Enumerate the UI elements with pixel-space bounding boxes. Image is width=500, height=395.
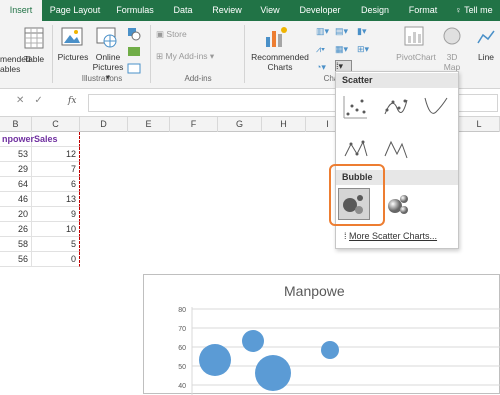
- pictures-label[interactable]: Pictures: [56, 52, 90, 62]
- y-tick-label: 50: [178, 364, 186, 371]
- table-button-label[interactable]: Table: [22, 54, 46, 64]
- more-scatter-charts-link[interactable]: ⁞ More Scatter Charts...: [344, 231, 437, 241]
- cell-c[interactable]: 13: [32, 192, 80, 207]
- cell-b[interactable]: 56: [0, 252, 32, 267]
- scatter-icon[interactable]: [342, 94, 368, 120]
- waterfall-chart-icon[interactable]: ▮▾: [357, 26, 366, 37]
- scatter-section-header: Scatter: [336, 73, 458, 88]
- column-header-b[interactable]: B: [0, 117, 32, 132]
- ribbon-tab-bar: Insert Page Layout Formulas Data Review …: [0, 0, 500, 21]
- my-addins-button[interactable]: ⊞ My Add-ins ▾: [156, 51, 214, 61]
- cell-c[interactable]: 6: [32, 177, 80, 192]
- addins-icon: ⊞: [156, 51, 164, 61]
- bubble-point[interactable]: [255, 355, 291, 391]
- separator: [244, 25, 245, 83]
- online-pictures-icon[interactable]: [95, 26, 119, 48]
- store-button[interactable]: ▣ Store: [156, 29, 187, 39]
- lightbulb-icon: ♀: [455, 5, 462, 15]
- column-header-c[interactable]: C: [32, 117, 80, 132]
- cancel-icon[interactable]: ✕: [16, 95, 34, 106]
- cell-b[interactable]: 20: [0, 207, 32, 222]
- formula-buttons: ✕✓: [16, 95, 53, 106]
- column-header-h[interactable]: H: [262, 117, 306, 132]
- hierarchy-chart-icon[interactable]: ▤▾: [335, 26, 348, 37]
- tab-page-layout[interactable]: Page Layout: [46, 0, 104, 21]
- cell-c[interactable]: 7: [32, 162, 80, 177]
- bubble-point[interactable]: [199, 344, 231, 376]
- bubble-series: [199, 330, 339, 391]
- scatter-smooth-markers-icon[interactable]: [382, 94, 408, 120]
- y-tick-label: 60: [178, 345, 186, 352]
- combo-chart-icon[interactable]: ⊞▾: [357, 44, 369, 55]
- shapes-icon[interactable]: [127, 27, 141, 41]
- pie-chart-icon[interactable]: ◔▾: [316, 62, 326, 73]
- enter-icon[interactable]: ✓: [34, 95, 52, 106]
- 3d-map-icon[interactable]: [442, 25, 462, 47]
- cell-c[interactable]: 9: [32, 207, 80, 222]
- cell-c[interactable]: 5: [32, 237, 80, 252]
- y-tick-label: 70: [178, 326, 186, 333]
- column-header-g[interactable]: G: [218, 117, 262, 132]
- tell-me-search[interactable]: ♀ Tell me: [455, 0, 493, 21]
- y-tick-label: 80: [178, 307, 186, 314]
- column-chart-icon[interactable]: ▥▾: [316, 26, 329, 37]
- tab-developer[interactable]: Developer: [292, 0, 348, 21]
- bubble-point[interactable]: [242, 330, 264, 352]
- illustrations-group-label: Illustrations: [81, 74, 123, 83]
- cell-c[interactable]: 12: [32, 147, 80, 162]
- plot-area: 80 70 60 50 40: [178, 307, 500, 395]
- pivotchart-icon[interactable]: [403, 25, 425, 47]
- tab-insert[interactable]: Insert: [0, 0, 42, 21]
- column-header-e[interactable]: E: [128, 117, 170, 132]
- cell-b-header[interactable]: npower: [0, 132, 34, 147]
- recommended-charts-label[interactable]: Recommended Charts: [250, 52, 310, 72]
- tab-view[interactable]: View: [254, 0, 286, 21]
- cell-b[interactable]: 29: [0, 162, 32, 177]
- scatter-straight-markers-icon[interactable]: [342, 136, 368, 162]
- pictures-icon[interactable]: [60, 26, 84, 48]
- 3d-map-label[interactable]: 3D Map: [440, 52, 464, 72]
- recommended-charts-icon[interactable]: [264, 25, 290, 49]
- table-icon[interactable]: [24, 27, 44, 49]
- sparkline-line-label[interactable]: Line: [474, 52, 498, 62]
- column-header-l[interactable]: L: [459, 117, 500, 132]
- cell-c[interactable]: 0: [32, 252, 80, 267]
- scatter-straight-lines-icon[interactable]: [382, 136, 408, 162]
- tab-format[interactable]: Format: [402, 0, 444, 21]
- highlight-outline: [329, 164, 385, 226]
- sparkline-line-icon[interactable]: [476, 27, 496, 47]
- smartart-icon[interactable]: [127, 46, 141, 58]
- tab-review[interactable]: Review: [206, 0, 248, 21]
- tab-formulas[interactable]: Formulas: [110, 0, 160, 21]
- cell-b[interactable]: 58: [0, 237, 32, 252]
- tab-data[interactable]: Data: [166, 0, 200, 21]
- chevron-down-icon: ▾: [209, 51, 215, 61]
- 3d-bubble-icon[interactable]: [384, 190, 412, 218]
- y-tick-label: 40: [178, 383, 186, 390]
- cell-c-header[interactable]: Sales: [32, 132, 80, 147]
- cell-b[interactable]: 64: [0, 177, 32, 192]
- cell-b[interactable]: 26: [0, 222, 32, 237]
- pivotchart-label[interactable]: PivotChart: [396, 52, 436, 62]
- addins-group-label: Add-ins: [184, 74, 212, 83]
- chart-area[interactable]: Manpowe 80 70 60 50 40: [143, 274, 500, 395]
- cell-b[interactable]: 46: [0, 192, 32, 207]
- line-chart-icon[interactable]: ⩘▾: [316, 44, 325, 55]
- insert-function-icon[interactable]: fx: [68, 96, 76, 106]
- store-icon: ▣: [156, 29, 165, 39]
- statistic-chart-icon[interactable]: ▦▾: [335, 44, 348, 55]
- column-header-f[interactable]: F: [170, 117, 218, 132]
- bubble-point[interactable]: [321, 341, 339, 359]
- separator: [52, 25, 53, 83]
- separator: [150, 25, 151, 83]
- scatter-smooth-lines-icon[interactable]: [422, 94, 448, 120]
- screenshot-icon[interactable]: [127, 62, 141, 74]
- column-header-d[interactable]: D: [80, 117, 128, 132]
- cell-b[interactable]: 53: [0, 147, 32, 162]
- tab-design[interactable]: Design: [354, 0, 396, 21]
- cell-c[interactable]: 10: [32, 222, 80, 237]
